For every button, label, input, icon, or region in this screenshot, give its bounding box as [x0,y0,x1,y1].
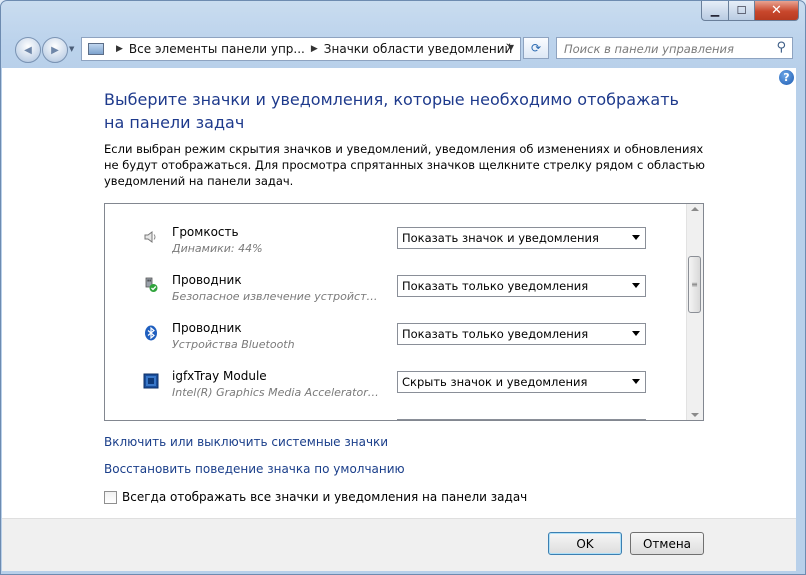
system-icons-link[interactable]: Включить или выключить системные значки [104,435,388,449]
address-bar[interactable]: ▶ Все элементы панели упр... ▶ Значки об… [81,37,521,61]
list-item: igfxTray Module Intel(R) Graphics Media … [105,365,685,413]
behavior-select[interactable]: Скрыть значок и уведомления [397,371,646,393]
behavior-select[interactable]: Показать только уведомления [397,323,646,345]
usb-safe-remove-icon [143,277,159,293]
page-description: Если выбран режим скрытия значков и увед… [104,142,705,188]
item-subtitle: Intel(R) Graphics Media Accelerator D... [172,386,382,399]
breadcrumb-current[interactable]: Значки области уведомлений [324,42,513,56]
always-show-label[interactable]: Всегда отображать все значки и уведомлен… [122,490,527,504]
list-item: Громкость Динамики: 44% Показать значок … [105,221,685,269]
checkbox-box[interactable] [104,490,117,504]
back-button[interactable]: ◀ [15,37,41,63]
back-arrow-icon: ◀ [24,44,32,56]
speaker-icon [143,229,159,245]
item-name: igfxTray Module [172,369,267,383]
always-show-checkbox[interactable]: Всегда отображать все значки и уведомлен… [104,490,527,504]
scroll-thumb[interactable]: ≡ [688,256,701,313]
minimize-button[interactable]: ▁ [701,1,729,21]
forward-arrow-icon: ▶ [51,44,59,56]
ok-button[interactable]: OK [548,532,622,555]
scroll-up-icon[interactable] [691,207,699,211]
recent-pages-dropdown-icon[interactable]: ▼ [69,45,74,53]
cancel-button[interactable]: Отмена [630,532,704,555]
behavior-select-value: Скрыть значок и уведомления [402,375,588,389]
chevron-down-icon [632,283,640,288]
maximize-button[interactable]: ☐ [729,1,755,21]
navigation-bar: ◀ ▶ ▼ ▶ Все элементы панели упр... ▶ Зна… [1,34,805,64]
item-name: Проводник [172,273,242,287]
breadcrumb-separator-icon[interactable]: ▶ [116,44,123,54]
chevron-down-icon [632,235,640,240]
behavior-select-value: Показать только уведомления [402,279,589,293]
notification-icons-list[interactable]: Громкость Динамики: 44% Показать значок … [104,203,704,421]
control-panel-window: ▁ ☐ ✕ ◀ ▶ ▼ ▶ Все элементы панели упр...… [0,0,806,575]
search-input[interactable] [562,39,766,59]
close-button[interactable]: ✕ [755,1,799,21]
bluetooth-icon [143,325,159,341]
restore-default-link[interactable]: Восстановить поведение значка по умолчан… [104,462,405,476]
item-subtitle: Безопасное извлечение устройств... [172,290,382,303]
behavior-select[interactable] [397,419,646,420]
item-subtitle: Устройства Bluetooth [172,338,295,351]
item-name: Проводник [172,321,242,335]
list-item: Проводник Устройства Bluetooth Показать … [105,317,685,365]
search-icon[interactable]: ⚲ [776,40,786,55]
refresh-icon: ⟳ [530,41,542,55]
main-content: ? Выберите значки и уведомления, которые… [2,68,796,518]
dialog-footer: OK Отмена [2,518,796,571]
chevron-down-icon [632,331,640,336]
behavior-select-value: Показать значок и уведомления [402,231,599,245]
item-subtitle: Динамики: 44% [172,242,263,255]
item-name: Громкость [172,225,239,239]
breadcrumb-root[interactable]: Все элементы панели упр... [129,42,305,56]
list-item: Проводник Безопасное извлечение устройст… [105,269,685,317]
behavior-select[interactable]: Показать только уведомления [397,275,646,297]
list-scrollbar[interactable]: ≡ [686,204,703,420]
scroll-down-icon[interactable] [691,413,699,417]
behavior-select[interactable]: Показать значок и уведомления [397,227,646,249]
list-item-partial [105,413,685,420]
help-icon[interactable]: ? [779,70,794,85]
computer-icon [88,43,104,55]
page-title: Выберите значки и уведомления, которые н… [104,90,679,132]
intel-graphics-icon [143,373,159,389]
search-box[interactable]: ⚲ [556,37,793,59]
breadcrumb-separator-icon[interactable]: ▶ [311,44,318,54]
forward-button[interactable]: ▶ [42,37,68,63]
caption-buttons: ▁ ☐ ✕ [701,1,799,21]
refresh-button[interactable]: ⟳ [523,37,549,59]
behavior-select-value: Показать только уведомления [402,327,589,341]
chevron-down-icon [632,379,640,384]
address-dropdown-icon[interactable]: ▼ [508,43,514,52]
